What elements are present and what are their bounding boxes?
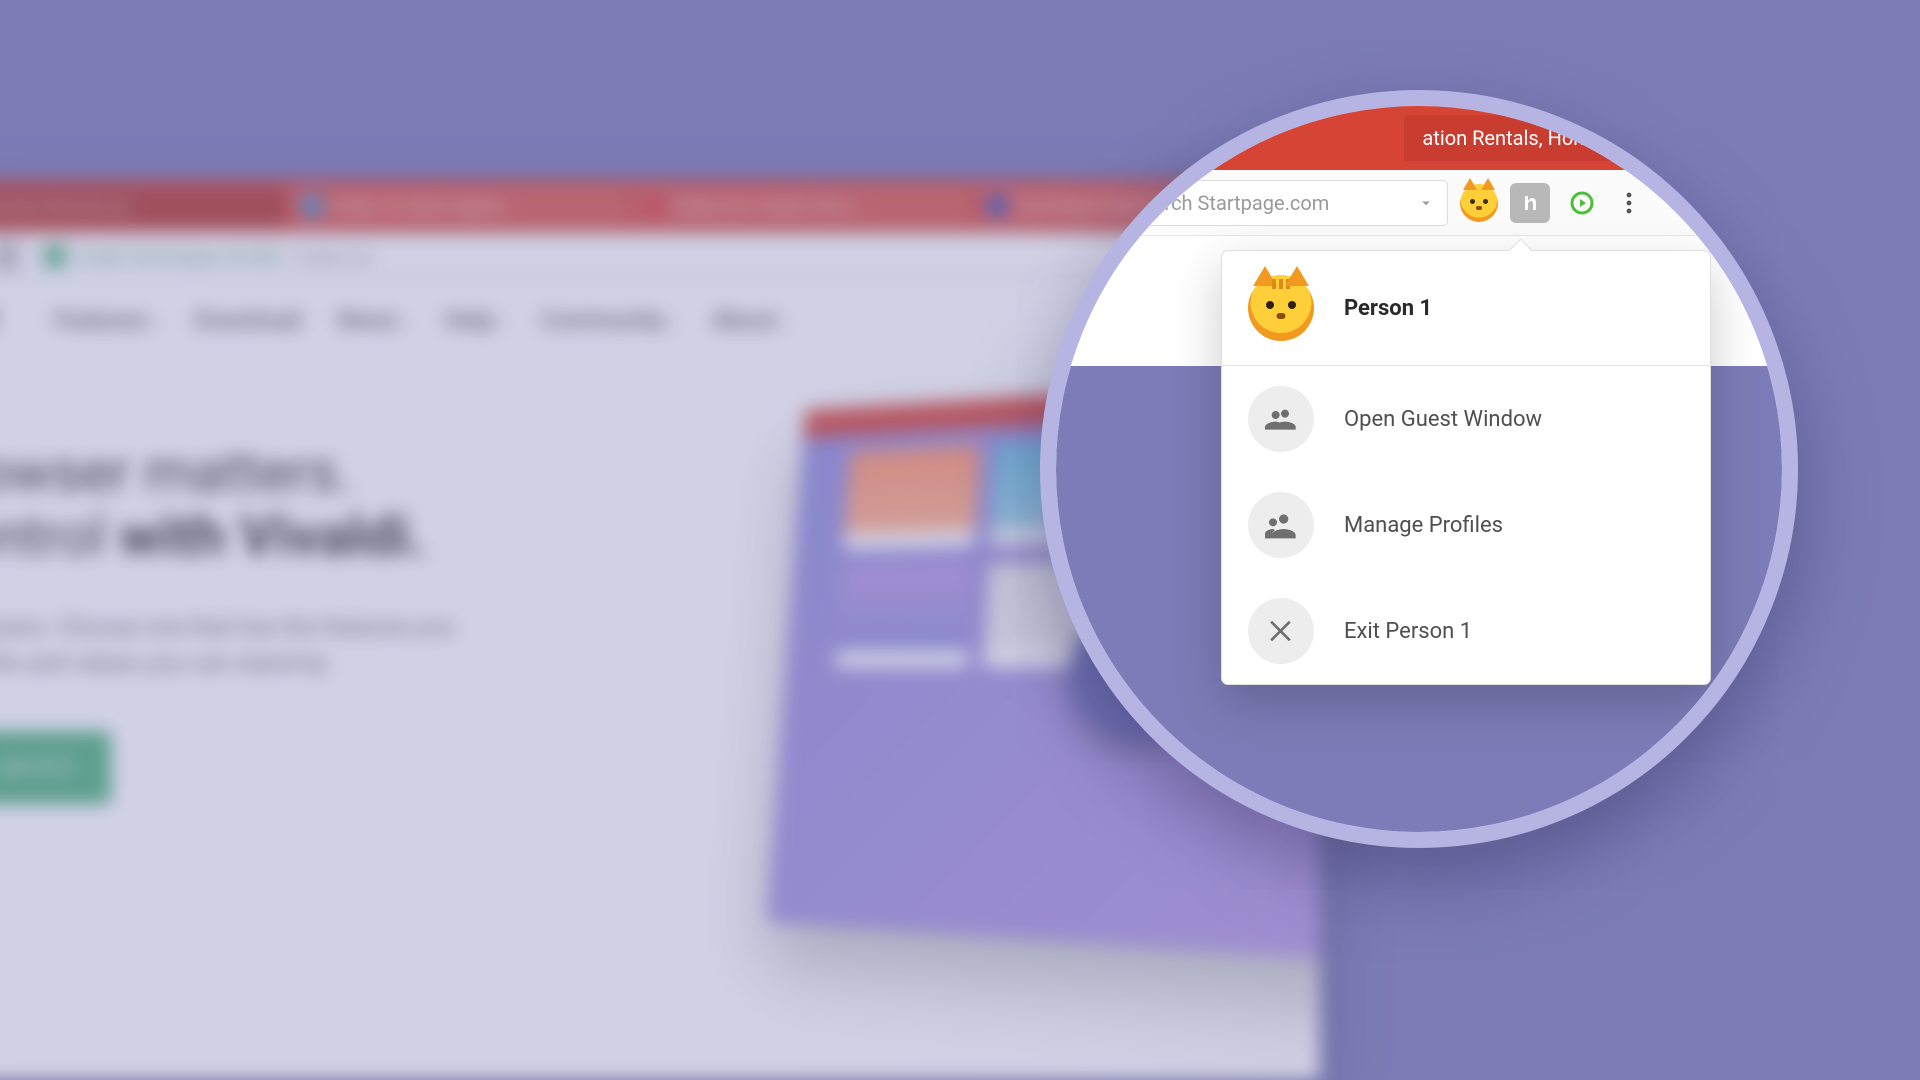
play-extension-icon: [1570, 191, 1594, 215]
person-gear-icon: [1248, 492, 1314, 558]
profile-menu-item-manage[interactable]: Manage Profiles: [1222, 472, 1710, 578]
profile-menu-current[interactable]: Person 1: [1222, 251, 1710, 365]
tab-label: Hotels.com | Hotell | Find c…: [673, 197, 862, 215]
nav-item-news[interactable]: News▾: [337, 306, 408, 334]
tab-label: Twitter. It's what's happen…: [331, 197, 512, 215]
nav-item-download[interactable]: Download: [195, 306, 302, 334]
h-extension-icon: [1518, 191, 1542, 215]
search-placeholder: earch Startpage.com: [1143, 191, 1329, 215]
chevron-down-icon: [1417, 194, 1435, 212]
active-tab[interactable]: ation Rentals, Homes, E: [1404, 115, 1650, 161]
site-identity-text: Vivaldi Technologies AS (NO): [76, 247, 283, 266]
site-identity-badge: [44, 245, 66, 267]
cat-avatar-icon: [1460, 184, 1498, 222]
url-field[interactable]: Vivaldi Technologies AS (NO) vivaldi.com: [30, 239, 1210, 273]
nav-item-about[interactable]: About▾: [712, 306, 787, 334]
menu-item-label: Open Guest Window: [1344, 407, 1542, 432]
profile-menu-item-guest[interactable]: Open Guest Window: [1222, 366, 1710, 472]
profile-menu: Person 1 Open Guest Window Manage Profil…: [1221, 250, 1711, 685]
menu-item-label: Exit Person 1: [1344, 619, 1472, 644]
search-field[interactable]: earch Startpage.com: [1128, 180, 1448, 226]
url-text: vivaldi.com: [293, 247, 374, 266]
menu-item-label: Manage Profiles: [1344, 513, 1503, 538]
tab-label: ation Rentals, Homes, E: [1422, 126, 1632, 150]
close-icon[interactable]: [0, 242, 16, 270]
nav-item-community[interactable]: Community▾: [541, 306, 676, 334]
tab[interactable]: Twitter. It's what's happen…: [291, 187, 628, 225]
vertical-dots-icon: [1626, 191, 1632, 215]
cat-avatar-icon: [1248, 275, 1314, 341]
main-menu-button[interactable]: [1614, 183, 1644, 223]
plus-icon: [1672, 128, 1692, 148]
extension-button-h[interactable]: [1510, 183, 1550, 223]
new-tab-button[interactable]: [1664, 120, 1700, 156]
hero-sub: rowsers. Choose one that has the feature…: [0, 609, 600, 681]
tab-label: browser that puts you: [0, 197, 133, 215]
extension-button-play[interactable]: [1562, 183, 1602, 223]
nav-item-help[interactable]: Help▾: [444, 306, 505, 334]
current-profile-name: Person 1: [1344, 296, 1432, 321]
tab-strip: ation Rentals, Homes, E: [1040, 106, 1798, 170]
download-button[interactable]: ad v2.3: [0, 731, 111, 804]
zoom-callout: ation Rentals, Homes, E earch Startpage.…: [1040, 90, 1798, 848]
search-engine-dropdown[interactable]: [1413, 190, 1439, 216]
tab[interactable]: Hotels.com | Hotell | Find c…: [633, 187, 970, 225]
close-icon: [1248, 598, 1314, 664]
people-icon: [1248, 386, 1314, 452]
profile-button[interactable]: [1460, 184, 1498, 222]
profile-menu-item-exit[interactable]: Exit Person 1: [1222, 578, 1710, 684]
nav-item-features[interactable]: Features▾: [54, 306, 159, 334]
tab[interactable]: browser that puts you: [0, 187, 285, 225]
toolbar: earch Startpage.com: [1040, 170, 1798, 236]
promo-stage: browser that puts you Twitter. It's what…: [0, 0, 1920, 1080]
